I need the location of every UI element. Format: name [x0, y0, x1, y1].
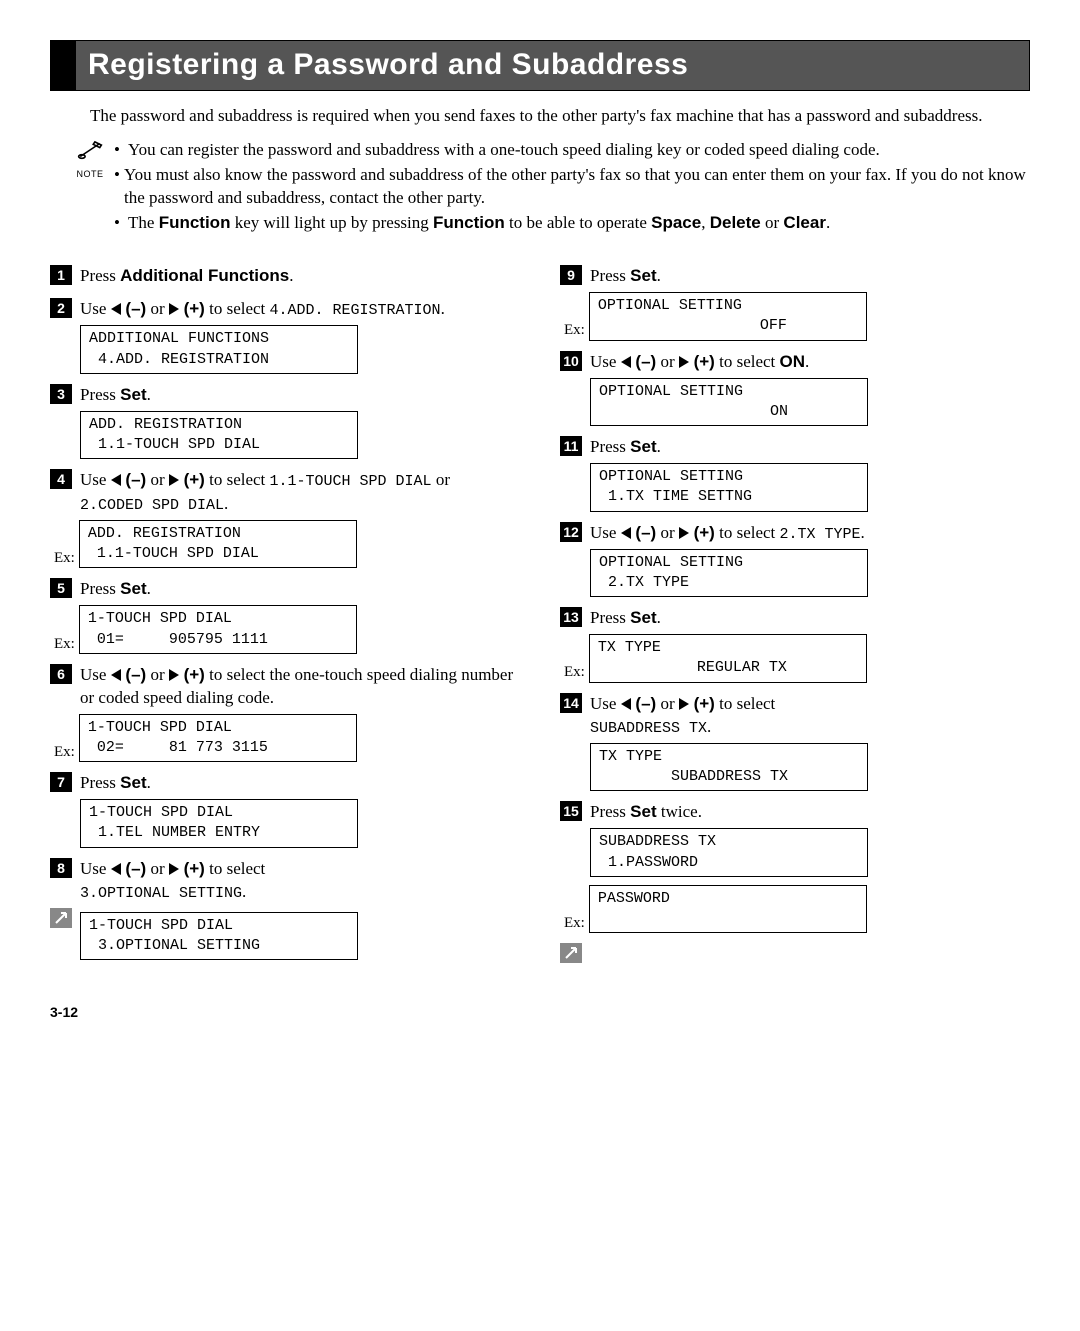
- right-arrow-icon: [169, 669, 179, 681]
- step-12: 12 Use (–) or (+) to select 2.TX TYPE.: [560, 522, 1030, 545]
- step-number-13: 13: [560, 607, 582, 627]
- lcd-step-4: ADD. REGISTRATION 1.1-TOUCH SPD DIAL: [79, 520, 357, 569]
- step-number-14: 14: [560, 693, 582, 713]
- step-number-3: 3: [50, 384, 72, 404]
- note-1: You can register the password and subadd…: [128, 139, 880, 162]
- continue-arrow-icon: [50, 908, 72, 928]
- step-2: 2 Use (–) or (+) to select 4.ADD. REGIST…: [50, 298, 520, 321]
- lcd-step-14: TX TYPE SUBADDRESS TX: [590, 743, 868, 792]
- lcd-step-13: TX TYPE REGULAR TX: [589, 634, 867, 683]
- left-arrow-icon: [621, 698, 631, 710]
- lcd-step-2: ADDITIONAL FUNCTIONS 4.ADD. REGISTRATION: [80, 325, 358, 374]
- left-arrow-icon: [621, 527, 631, 539]
- right-arrow-icon: [679, 527, 689, 539]
- section-title-band: Registering a Password and Subaddress: [50, 40, 1030, 91]
- lcd-step-11: OPTIONAL SETTING 1.TX TIME SETTNG: [590, 463, 868, 512]
- step-number-10: 10: [560, 351, 582, 371]
- step-number-9: 9: [560, 265, 582, 285]
- right-column: 9 Press Set. Ex: OPTIONAL SETTING OFF 10…: [560, 255, 1030, 963]
- left-arrow-icon: [111, 303, 121, 315]
- right-arrow-icon: [679, 356, 689, 368]
- intro-paragraph: The password and subaddress is required …: [90, 105, 1030, 128]
- continue-arrow-icon: [560, 943, 582, 963]
- example-label: Ex:: [564, 320, 585, 340]
- step-4: 4 Use (–) or (+) to select 1.1-TOUCH SPD…: [50, 469, 520, 516]
- lcd-step-12: OPTIONAL SETTING 2.TX TYPE: [590, 549, 868, 598]
- example-label: Ex:: [564, 913, 585, 933]
- example-label: Ex:: [54, 548, 75, 568]
- left-arrow-icon: [111, 669, 121, 681]
- step-number-11: 11: [560, 436, 582, 456]
- right-arrow-icon: [169, 474, 179, 486]
- step-11: 11 Press Set.: [560, 436, 1030, 459]
- section-title: Registering a Password and Subaddress: [76, 41, 1029, 90]
- left-arrow-icon: [111, 863, 121, 875]
- step-number-1: 1: [50, 265, 72, 285]
- lcd-step-9: OPTIONAL SETTING OFF: [589, 292, 867, 341]
- example-label: Ex:: [564, 662, 585, 682]
- step-5: 5 Press Set.: [50, 578, 520, 601]
- step-6: 6 Use (–) or (+) to select the one-touch…: [50, 664, 520, 710]
- lcd-step-8: 1-TOUCH SPD DIAL 3.OPTIONAL SETTING: [80, 912, 358, 961]
- left-arrow-icon: [111, 474, 121, 486]
- page-number: 3-12: [50, 1003, 1030, 1022]
- note-block: NOTE •You can register the password and …: [70, 139, 1030, 237]
- note-caption: NOTE: [70, 168, 110, 180]
- lcd-step-3: ADD. REGISTRATION 1.1-TOUCH SPD DIAL: [80, 411, 358, 460]
- note-2: You must also know the password and suba…: [124, 164, 1030, 210]
- step-number-2: 2: [50, 298, 72, 318]
- step-7: 7 Press Set.: [50, 772, 520, 795]
- right-arrow-icon: [679, 698, 689, 710]
- step-number-4: 4: [50, 469, 72, 489]
- left-arrow-icon: [621, 356, 631, 368]
- lcd-step-7: 1-TOUCH SPD DIAL 1.TEL NUMBER ENTRY: [80, 799, 358, 848]
- step-1: 1 Press Additional Functions.: [50, 265, 520, 288]
- step-number-5: 5: [50, 578, 72, 598]
- step-number-6: 6: [50, 664, 72, 684]
- step-14: 14 Use (–) or (+) to select SUBADDRESS T…: [560, 693, 1030, 739]
- left-column: 1 Press Additional Functions. 2 Use (–) …: [50, 255, 520, 963]
- step-10: 10 Use (–) or (+) to select ON.: [560, 351, 1030, 374]
- title-square: [51, 41, 76, 90]
- step-number-12: 12: [560, 522, 582, 542]
- note-icon: NOTE: [70, 139, 110, 237]
- step-13: 13 Press Set.: [560, 607, 1030, 630]
- step-3: 3 Press Set.: [50, 384, 520, 407]
- step-15: 15 Press Set twice.: [560, 801, 1030, 824]
- lcd-step-15b: PASSWORD: [589, 885, 867, 934]
- right-arrow-icon: [169, 303, 179, 315]
- lcd-step-5: 1-TOUCH SPD DIAL 01= 905795 1111: [79, 605, 357, 654]
- lcd-step-10: OPTIONAL SETTING ON: [590, 378, 868, 427]
- right-arrow-icon: [169, 863, 179, 875]
- step-number-15: 15: [560, 801, 582, 821]
- note-3: The Function key will light up by pressi…: [128, 212, 830, 235]
- step-9: 9 Press Set.: [560, 265, 1030, 288]
- step-number-7: 7: [50, 772, 72, 792]
- step-number-8: 8: [50, 858, 72, 878]
- example-label: Ex:: [54, 742, 75, 762]
- lcd-step-15a: SUBADDRESS TX 1.PASSWORD: [590, 828, 868, 877]
- step-8: 8 Use (–) or (+) to select 3.OPTIONAL SE…: [50, 858, 520, 904]
- example-label: Ex:: [54, 634, 75, 654]
- lcd-step-6: 1-TOUCH SPD DIAL 02= 81 773 3115: [79, 714, 357, 763]
